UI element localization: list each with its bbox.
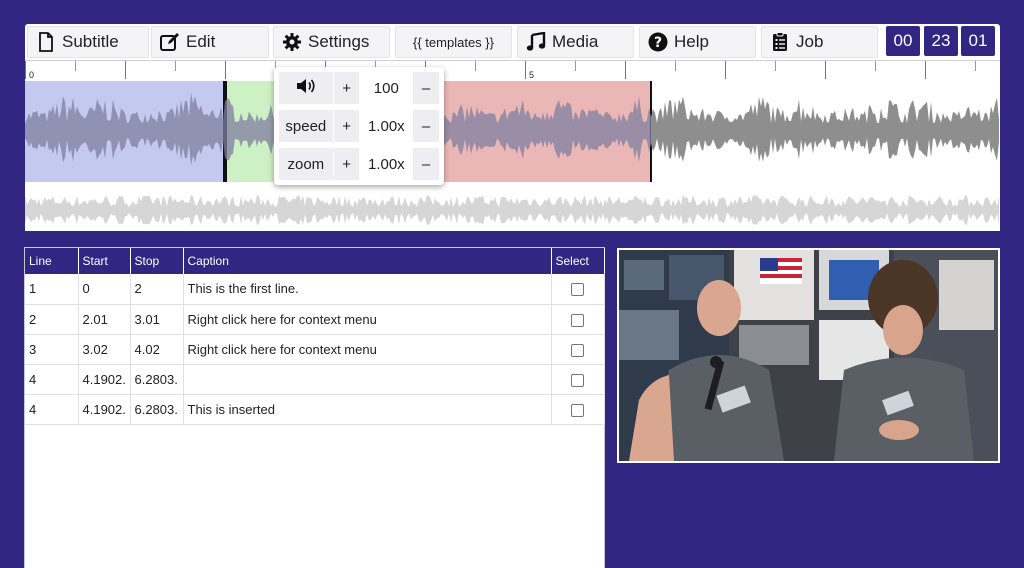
music-icon bbox=[526, 32, 546, 52]
settings-menu-label: Settings bbox=[308, 32, 370, 51]
settings-menu-button[interactable]: Settings bbox=[273, 26, 390, 58]
cell-select bbox=[551, 274, 605, 305]
row-select-checkbox[interactable] bbox=[571, 313, 584, 327]
speed-value: 1.00x bbox=[360, 110, 413, 142]
toolbar: Subtitle Edit Settings {{ templates }} M… bbox=[25, 24, 1000, 60]
timer-seconds: 01 bbox=[961, 26, 995, 56]
cell-line[interactable]: 4 bbox=[25, 364, 79, 395]
flag-graphic bbox=[760, 258, 802, 284]
video-player[interactable] bbox=[617, 248, 1000, 463]
cell-select bbox=[551, 394, 605, 425]
waveform-graph bbox=[25, 92, 999, 225]
video-frame[interactable] bbox=[619, 250, 998, 461]
clipboard-icon bbox=[770, 32, 790, 52]
gear-icon bbox=[282, 32, 302, 52]
zoom-row: zoom + 1.00x – bbox=[279, 148, 439, 180]
edit-icon bbox=[160, 32, 180, 52]
cell-line[interactable]: 4 bbox=[25, 394, 79, 425]
row-select-checkbox[interactable] bbox=[571, 403, 584, 417]
cell-start[interactable]: 3.02 bbox=[78, 334, 131, 365]
cell-caption[interactable]: Right click here for context menu bbox=[183, 304, 552, 335]
volume-increase-button[interactable]: + bbox=[333, 72, 360, 104]
subtitle-table: Line Start Stop Caption Select 1 0 2 Thi… bbox=[25, 248, 605, 425]
cell-start[interactable]: 4.1902. bbox=[78, 394, 131, 425]
help-icon: ? bbox=[648, 32, 668, 52]
volume-value: 100 bbox=[360, 72, 413, 104]
cell-stop[interactable]: 2 bbox=[130, 274, 184, 305]
volume-decrease-button[interactable]: – bbox=[413, 72, 439, 104]
edit-menu-button[interactable]: Edit bbox=[151, 26, 269, 58]
audio-controls-popup: + 100 – speed + 1.00x – zoom + 1.00x – bbox=[274, 67, 444, 185]
column-header-stop[interactable]: Stop bbox=[130, 248, 184, 274]
subtitle-menu-button[interactable]: Subtitle bbox=[27, 26, 149, 58]
help-menu-label: Help bbox=[674, 32, 709, 51]
table-row[interactable]: 3 3.02 4.02 Right click here for context… bbox=[25, 334, 605, 365]
cell-caption[interactable]: This is inserted bbox=[183, 394, 552, 425]
cell-stop[interactable]: 3.01 bbox=[130, 304, 184, 335]
job-menu-label: Job bbox=[796, 32, 824, 51]
svg-text:?: ? bbox=[654, 35, 662, 51]
cell-start[interactable]: 2.01 bbox=[78, 304, 131, 335]
timer-minutes: 23 bbox=[924, 26, 958, 56]
media-menu-button[interactable]: Media bbox=[517, 26, 634, 58]
cell-caption[interactable]: This is the first line. bbox=[183, 274, 552, 305]
video-still-image bbox=[619, 250, 998, 461]
cell-line[interactable]: 1 bbox=[25, 274, 79, 305]
speed-decrease-button[interactable]: – bbox=[413, 110, 439, 142]
waveform-panel[interactable]: 0 5 bbox=[25, 60, 1000, 231]
cell-caption[interactable] bbox=[183, 364, 552, 395]
zoom-decrease-button[interactable]: – bbox=[413, 148, 439, 180]
job-menu-button[interactable]: Job bbox=[761, 26, 878, 58]
table-header-row: Line Start Stop Caption Select bbox=[25, 248, 605, 274]
cell-stop[interactable]: 4.02 bbox=[130, 334, 184, 365]
cell-line[interactable]: 2 bbox=[25, 304, 79, 335]
templates-button[interactable]: {{ templates }} bbox=[395, 26, 512, 58]
cell-start[interactable]: 4.1902. bbox=[78, 364, 131, 395]
overview-waveform bbox=[25, 195, 999, 225]
subtitle-menu-label: Subtitle bbox=[62, 32, 119, 51]
column-header-select[interactable]: Select bbox=[551, 248, 605, 274]
zoom-increase-button[interactable]: + bbox=[333, 148, 360, 180]
templates-label: {{ templates }} bbox=[413, 34, 494, 50]
table-row[interactable]: 1 0 2 This is the first line. bbox=[25, 274, 605, 305]
volume-row: + 100 – bbox=[279, 72, 439, 104]
timer-hours: 00 bbox=[886, 26, 920, 56]
cell-select bbox=[551, 364, 605, 395]
speaker-icon bbox=[296, 78, 316, 98]
edit-menu-label: Edit bbox=[186, 32, 216, 51]
column-header-caption[interactable]: Caption bbox=[183, 248, 552, 274]
row-select-checkbox[interactable] bbox=[571, 343, 584, 357]
file-icon bbox=[36, 32, 56, 52]
speed-row: speed + 1.00x – bbox=[279, 110, 439, 142]
zoom-label: zoom bbox=[279, 148, 333, 180]
volume-label bbox=[279, 72, 333, 104]
cell-select bbox=[551, 334, 605, 365]
row-select-checkbox[interactable] bbox=[571, 373, 584, 387]
cell-line[interactable]: 3 bbox=[25, 334, 79, 365]
cell-stop[interactable]: 6.2803. bbox=[130, 364, 184, 395]
zoom-value: 1.00x bbox=[360, 148, 413, 180]
speed-increase-button[interactable]: + bbox=[333, 110, 360, 142]
speed-label: speed bbox=[279, 110, 333, 142]
cell-stop[interactable]: 6.2803. bbox=[130, 394, 184, 425]
subtitle-table-panel: Line Start Stop Caption Select 1 0 2 Thi… bbox=[24, 247, 605, 568]
row-select-checkbox[interactable] bbox=[571, 283, 584, 297]
column-header-start[interactable]: Start bbox=[78, 248, 131, 274]
media-menu-label: Media bbox=[552, 32, 599, 51]
cell-caption[interactable]: Right click here for context menu bbox=[183, 334, 552, 365]
help-menu-button[interactable]: ? Help bbox=[639, 26, 756, 58]
table-row[interactable]: 4 4.1902. 6.2803. This is inserted bbox=[25, 394, 605, 425]
cell-start[interactable]: 0 bbox=[78, 274, 131, 305]
table-row[interactable]: 2 2.01 3.01 Right click here for context… bbox=[25, 304, 605, 335]
column-header-line[interactable]: Line bbox=[25, 248, 79, 274]
table-row[interactable]: 4 4.1902. 6.2803. bbox=[25, 364, 605, 395]
cell-select bbox=[551, 304, 605, 335]
